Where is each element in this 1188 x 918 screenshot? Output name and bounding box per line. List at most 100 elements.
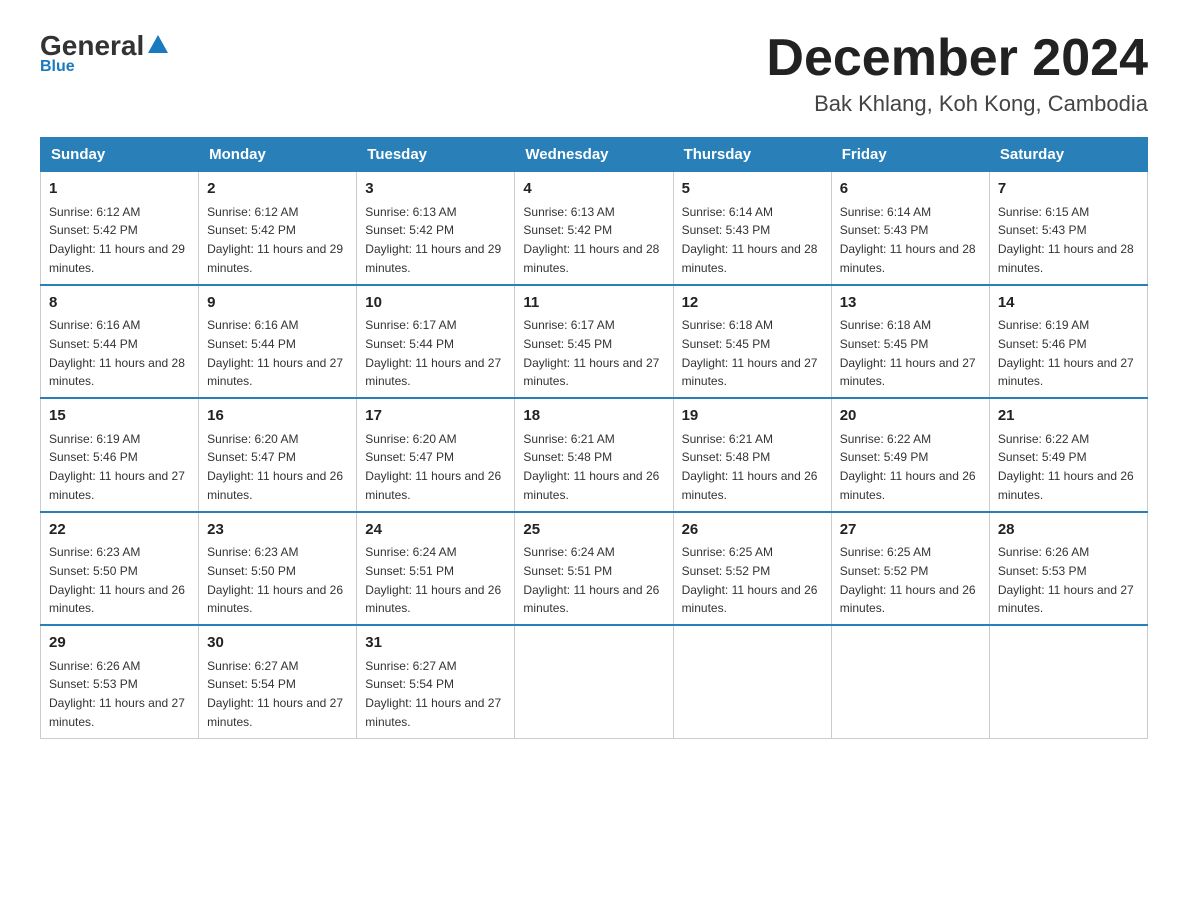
day-number: 22 xyxy=(49,519,190,542)
day-info: Sunrise: 6:17 AMSunset: 5:45 PMDaylight:… xyxy=(523,318,659,388)
day-number: 12 xyxy=(682,292,823,315)
calendar-week-row: 1 Sunrise: 6:12 AMSunset: 5:42 PMDaylight… xyxy=(41,172,1148,285)
day-number: 18 xyxy=(523,405,664,428)
day-number: 26 xyxy=(682,519,823,542)
calendar-cell: 15Sunrise: 6:19 AMSunset: 5:46 PMDayligh… xyxy=(41,398,199,512)
calendar-cell xyxy=(831,625,989,738)
weekday-header-sunday: Sunday xyxy=(41,138,199,172)
day-number: 20 xyxy=(840,405,981,428)
day-info: Sunrise: 6:13 AMSunset: 5:42 PMDaylight:… xyxy=(365,205,501,275)
day-info: Sunrise: 6:27 AMSunset: 5:54 PMDaylight:… xyxy=(365,659,501,729)
day-number: 7 xyxy=(998,178,1139,201)
weekday-header-thursday: Thursday xyxy=(673,138,831,172)
calendar-week-row: 8Sunrise: 6:16 AMSunset: 5:44 PMDaylight… xyxy=(41,285,1148,399)
day-number: 1 xyxy=(49,178,190,201)
logo-blue-text: Blue xyxy=(40,58,75,76)
calendar-cell: 22Sunrise: 6:23 AMSunset: 5:50 PMDayligh… xyxy=(41,512,199,626)
calendar-cell: 2 Sunrise: 6:12 AMSunset: 5:42 PMDaylight… xyxy=(199,172,357,285)
day-info: Sunrise: 6:18 AMSunset: 5:45 PMDaylight:… xyxy=(840,318,976,388)
calendar-cell: 13 Sunrise: 6:18 AMSunset: 5:45 PMDayligh… xyxy=(831,285,989,399)
day-info: Sunrise: 6:19 AMSunset: 5:46 PMDaylight:… xyxy=(998,318,1134,388)
calendar-cell xyxy=(515,625,673,738)
month-title: December 2024 xyxy=(766,30,1148,87)
day-number: 31 xyxy=(365,632,506,655)
day-number: 5 xyxy=(682,178,823,201)
day-info: Sunrise: 6:16 AMSunset: 5:44 PMDaylight:… xyxy=(207,318,343,388)
day-number: 29 xyxy=(49,632,190,655)
page-header: General Blue December 2024 Bak Khlang, K… xyxy=(40,30,1148,117)
calendar-cell: 29 Sunrise: 6:26 AMSunset: 5:53 PMDayligh… xyxy=(41,625,199,738)
calendar-cell: 16 Sunrise: 6:20 AMSunset: 5:47 PMDayligh… xyxy=(199,398,357,512)
calendar-cell: 27Sunrise: 6:25 AMSunset: 5:52 PMDayligh… xyxy=(831,512,989,626)
day-number: 16 xyxy=(207,405,348,428)
calendar-cell: 19 Sunrise: 6:21 AMSunset: 5:48 PMDayligh… xyxy=(673,398,831,512)
day-info: Sunrise: 6:23 AMSunset: 5:50 PMDaylight:… xyxy=(207,545,343,615)
day-number: 11 xyxy=(523,292,664,315)
day-number: 28 xyxy=(998,519,1139,542)
day-number: 10 xyxy=(365,292,506,315)
calendar-cell: 12 Sunrise: 6:18 AMSunset: 5:45 PMDayligh… xyxy=(673,285,831,399)
day-info: Sunrise: 6:22 AMSunset: 5:49 PMDaylight:… xyxy=(998,432,1134,502)
day-number: 17 xyxy=(365,405,506,428)
day-info: Sunrise: 6:18 AMSunset: 5:45 PMDaylight:… xyxy=(682,318,818,388)
calendar-cell: 25 Sunrise: 6:24 AMSunset: 5:51 PMDayligh… xyxy=(515,512,673,626)
calendar-table: SundayMondayTuesdayWednesdayThursdayFrid… xyxy=(40,137,1148,739)
day-info: Sunrise: 6:20 AMSunset: 5:47 PMDaylight:… xyxy=(207,432,343,502)
calendar-cell: 10 Sunrise: 6:17 AMSunset: 5:44 PMDayligh… xyxy=(357,285,515,399)
day-number: 21 xyxy=(998,405,1139,428)
day-number: 24 xyxy=(365,519,506,542)
day-info: Sunrise: 6:26 AMSunset: 5:53 PMDaylight:… xyxy=(49,659,185,729)
day-number: 15 xyxy=(49,405,190,428)
day-number: 4 xyxy=(523,178,664,201)
day-number: 2 xyxy=(207,178,348,201)
location-title: Bak Khlang, Koh Kong, Cambodia xyxy=(766,91,1148,117)
calendar-cell: 11 Sunrise: 6:17 AMSunset: 5:45 PMDayligh… xyxy=(515,285,673,399)
day-info: Sunrise: 6:21 AMSunset: 5:48 PMDaylight:… xyxy=(682,432,818,502)
calendar-cell: 17 Sunrise: 6:20 AMSunset: 5:47 PMDayligh… xyxy=(357,398,515,512)
day-info: Sunrise: 6:20 AMSunset: 5:47 PMDaylight:… xyxy=(365,432,501,502)
calendar-cell: 7 Sunrise: 6:15 AMSunset: 5:43 PMDaylight… xyxy=(989,172,1147,285)
calendar-cell: 30 Sunrise: 6:27 AMSunset: 5:54 PMDayligh… xyxy=(199,625,357,738)
calendar-cell: 21 Sunrise: 6:22 AMSunset: 5:49 PMDayligh… xyxy=(989,398,1147,512)
calendar-cell: 31 Sunrise: 6:27 AMSunset: 5:54 PMDayligh… xyxy=(357,625,515,738)
calendar-cell xyxy=(989,625,1147,738)
day-info: Sunrise: 6:14 AMSunset: 5:43 PMDaylight:… xyxy=(682,205,818,275)
day-info: Sunrise: 6:12 AMSunset: 5:42 PMDaylight:… xyxy=(49,205,185,275)
calendar-cell: 6Sunrise: 6:14 AMSunset: 5:43 PMDaylight… xyxy=(831,172,989,285)
day-info: Sunrise: 6:17 AMSunset: 5:44 PMDaylight:… xyxy=(365,318,501,388)
calendar-cell: 28 Sunrise: 6:26 AMSunset: 5:53 PMDayligh… xyxy=(989,512,1147,626)
weekday-header-wednesday: Wednesday xyxy=(515,138,673,172)
calendar-cell: 9Sunrise: 6:16 AMSunset: 5:44 PMDaylight… xyxy=(199,285,357,399)
day-info: Sunrise: 6:26 AMSunset: 5:53 PMDaylight:… xyxy=(998,545,1134,615)
day-number: 30 xyxy=(207,632,348,655)
calendar-week-row: 15Sunrise: 6:19 AMSunset: 5:46 PMDayligh… xyxy=(41,398,1148,512)
calendar-cell: 4 Sunrise: 6:13 AMSunset: 5:42 PMDaylight… xyxy=(515,172,673,285)
day-info: Sunrise: 6:15 AMSunset: 5:43 PMDaylight:… xyxy=(998,205,1134,275)
calendar-cell: 8Sunrise: 6:16 AMSunset: 5:44 PMDaylight… xyxy=(41,285,199,399)
logo: General Blue xyxy=(40,30,168,76)
day-info: Sunrise: 6:25 AMSunset: 5:52 PMDaylight:… xyxy=(840,545,976,615)
day-number: 25 xyxy=(523,519,664,542)
day-number: 14 xyxy=(998,292,1139,315)
day-info: Sunrise: 6:14 AMSunset: 5:43 PMDaylight:… xyxy=(840,205,976,275)
calendar-cell: 20Sunrise: 6:22 AMSunset: 5:49 PMDayligh… xyxy=(831,398,989,512)
day-info: Sunrise: 6:12 AMSunset: 5:42 PMDaylight:… xyxy=(207,205,343,275)
day-info: Sunrise: 6:21 AMSunset: 5:48 PMDaylight:… xyxy=(523,432,659,502)
calendar-cell: 26Sunrise: 6:25 AMSunset: 5:52 PMDayligh… xyxy=(673,512,831,626)
day-info: Sunrise: 6:27 AMSunset: 5:54 PMDaylight:… xyxy=(207,659,343,729)
calendar-cell: 14 Sunrise: 6:19 AMSunset: 5:46 PMDayligh… xyxy=(989,285,1147,399)
weekday-header-friday: Friday xyxy=(831,138,989,172)
weekday-header-row: SundayMondayTuesdayWednesdayThursdayFrid… xyxy=(41,138,1148,172)
title-block: December 2024 Bak Khlang, Koh Kong, Camb… xyxy=(766,30,1148,117)
weekday-header-tuesday: Tuesday xyxy=(357,138,515,172)
day-number: 19 xyxy=(682,405,823,428)
calendar-cell: 18 Sunrise: 6:21 AMSunset: 5:48 PMDayligh… xyxy=(515,398,673,512)
day-number: 23 xyxy=(207,519,348,542)
day-info: Sunrise: 6:16 AMSunset: 5:44 PMDaylight:… xyxy=(49,318,185,388)
day-info: Sunrise: 6:24 AMSunset: 5:51 PMDaylight:… xyxy=(523,545,659,615)
calendar-week-row: 29 Sunrise: 6:26 AMSunset: 5:53 PMDayligh… xyxy=(41,625,1148,738)
calendar-cell: 23 Sunrise: 6:23 AMSunset: 5:50 PMDayligh… xyxy=(199,512,357,626)
day-number: 13 xyxy=(840,292,981,315)
calendar-cell: 24Sunrise: 6:24 AMSunset: 5:51 PMDayligh… xyxy=(357,512,515,626)
day-info: Sunrise: 6:13 AMSunset: 5:42 PMDaylight:… xyxy=(523,205,659,275)
